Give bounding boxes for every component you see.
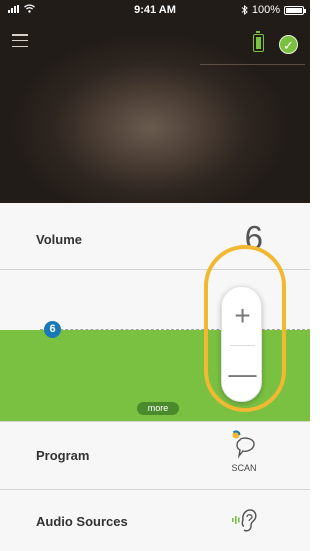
volume-stepper[interactable]: + — xyxy=(221,286,262,402)
stepper-divider xyxy=(230,345,255,346)
hero-image: 9:41 AM 100% ✓ xyxy=(0,0,310,203)
connected-check-icon[interactable]: ✓ xyxy=(279,35,298,54)
level-badge: 6 xyxy=(44,321,61,338)
hearing-aid-battery-icon xyxy=(253,31,264,52)
audio-sources-row[interactable]: Audio Sources xyxy=(0,490,310,551)
scan-label: SCAN xyxy=(231,463,257,473)
program-label: Program xyxy=(36,448,90,463)
scan-icon xyxy=(232,430,255,459)
menu-icon[interactable] xyxy=(12,34,28,47)
volume-up-button[interactable]: + xyxy=(222,291,263,341)
audio-sources-label: Audio Sources xyxy=(36,514,128,529)
volume-label: Volume xyxy=(36,232,82,247)
bluetooth-icon xyxy=(241,5,248,15)
hero-divider xyxy=(200,64,305,65)
ear-icon xyxy=(232,509,257,532)
battery-icon xyxy=(284,5,306,15)
status-bar: 9:41 AM 100% xyxy=(0,0,310,20)
volume-down-button[interactable]: — xyxy=(222,349,263,399)
battery-percent: 100% xyxy=(251,4,280,16)
program-row[interactable]: Program SCAN xyxy=(0,421,310,490)
more-button[interactable]: more xyxy=(137,402,179,415)
status-right: 100% xyxy=(241,4,306,16)
